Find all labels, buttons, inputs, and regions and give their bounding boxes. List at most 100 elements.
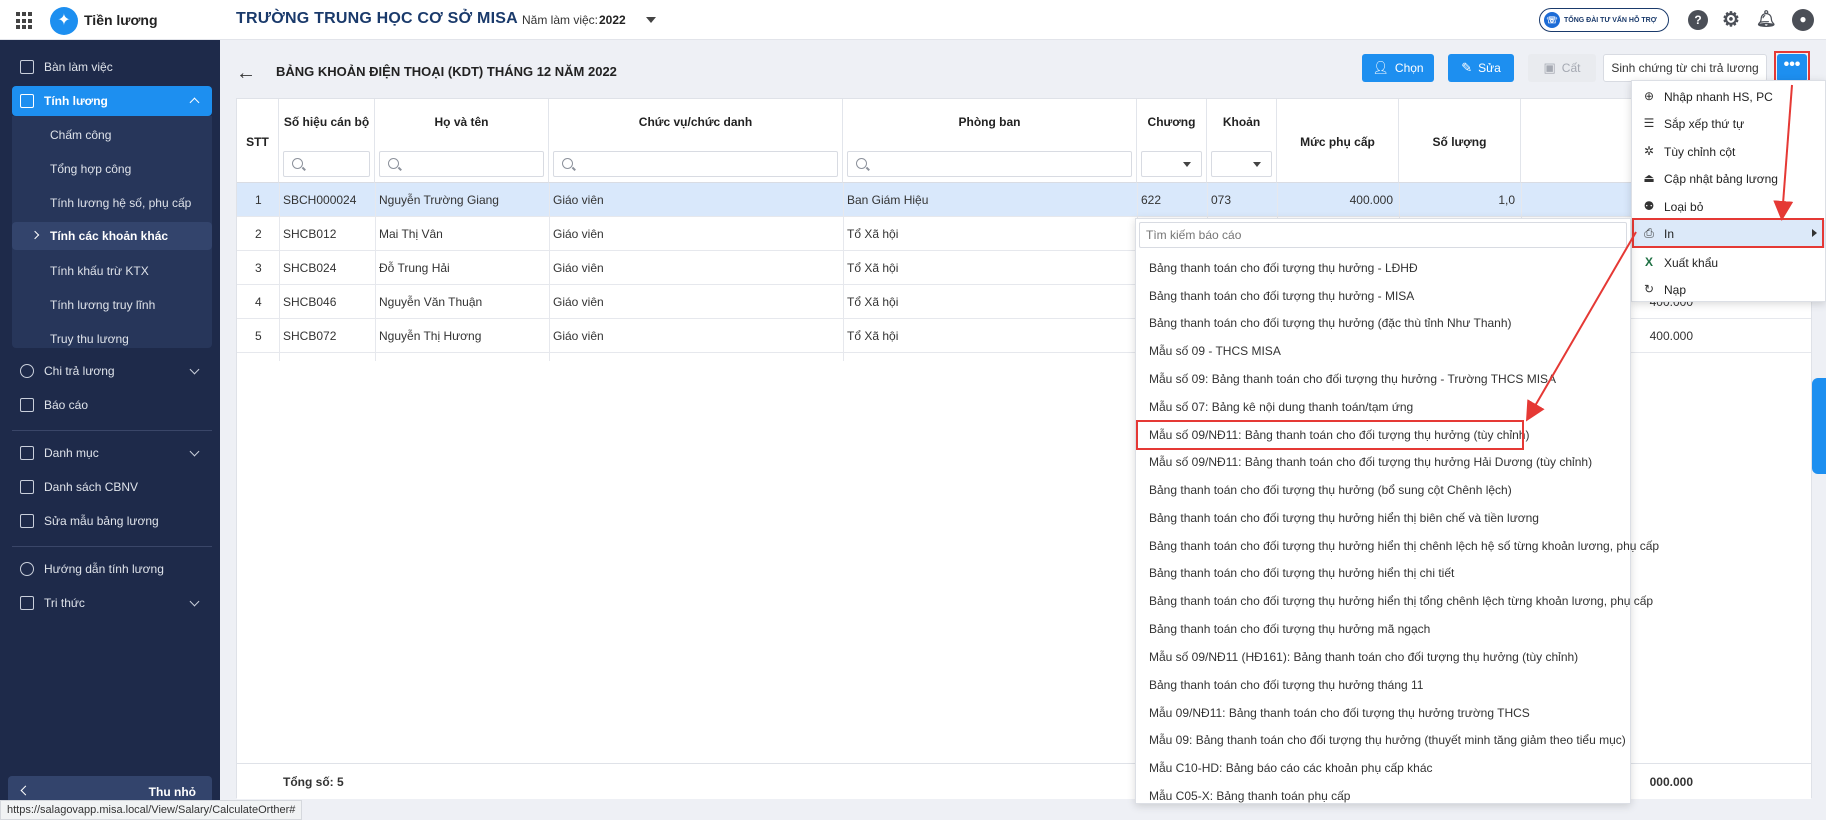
chevron-right-icon	[30, 230, 40, 240]
menu-item-customize-columns[interactable]: ✲ Tùy chỉnh cột	[1632, 138, 1825, 164]
report-item[interactable]: Bảng thanh toán cho đối tượng thụ hưởng …	[1149, 511, 1539, 525]
sidebar-item-label: Tính lương	[44, 94, 108, 108]
status-bar-url: https://salagovapp.misa.local/View/Salar…	[0, 800, 303, 820]
report-item[interactable]: Mẫu 09: Bảng thanh toán cho đối tượng th…	[1149, 733, 1626, 747]
menu-item-export[interactable]: X Xuất khẩu	[1632, 249, 1825, 275]
calculator-icon	[20, 94, 34, 108]
report-item[interactable]: Bảng thanh toán cho đối tượng thụ hưởng …	[1149, 289, 1414, 303]
collapse-label: Thu nhỏ	[148, 785, 196, 799]
menu-item-quick-input[interactable]: ⊕ Nhập nhanh HS, PC	[1632, 83, 1825, 109]
chevron-down-icon	[189, 596, 200, 607]
sidebar-subitem-attendance[interactable]: Chấm công	[50, 128, 111, 142]
col-header-department[interactable]: Phòng ban	[843, 99, 1137, 183]
filter-item-select[interactable]	[1211, 151, 1272, 177]
col-header-chapter[interactable]: Chương	[1137, 99, 1207, 183]
app-grid-icon[interactable]	[16, 12, 34, 30]
more-options-menu: ⊕ Nhập nhanh HS, PC ☰ Sắp xếp thứ tự ✲ T…	[1631, 80, 1826, 302]
year-select[interactable]: 2022	[599, 13, 626, 27]
sidebar-item-staff-list[interactable]: Danh sách CBNV	[12, 472, 212, 502]
bell-icon[interactable]: 🔔︎	[1756, 10, 1776, 30]
report-item[interactable]: Mẫu số 09 - THCS MISA	[1149, 344, 1281, 358]
report-item[interactable]: Bảng thanh toán cho đối tượng thụ hưởng …	[1149, 622, 1430, 636]
app-logo-icon: ✦	[50, 7, 78, 35]
chevron-left-icon	[20, 785, 31, 796]
sidebar-item-reports[interactable]: Báo cáo	[12, 390, 212, 420]
reload-icon: ↻	[1643, 282, 1655, 296]
cell-stt: 1	[255, 193, 262, 207]
cell-position: Giáo viên	[553, 227, 604, 241]
hotline-button[interactable]: ☏ TỔNG ĐÀI TƯ VẤN HỖ TRỢ	[1539, 8, 1669, 32]
report-item[interactable]: Bảng thanh toán cho đối tượng thụ hưởng …	[1149, 316, 1512, 330]
filter-chapter-select[interactable]	[1141, 151, 1202, 177]
col-header-stt[interactable]: STT	[237, 99, 279, 183]
sidebar-item-workspace[interactable]: Bàn làm việc	[12, 52, 212, 82]
generate-voucher-button[interactable]: Sinh chứng từ chi trả lương	[1603, 54, 1767, 82]
report-item[interactable]: Bảng thanh toán cho đối tượng thụ hưởng …	[1149, 483, 1512, 497]
sidebar-item-salary-payment[interactable]: Chi trả lương	[12, 356, 212, 386]
report-item[interactable]: Bảng thanh toán cho đối tượng thụ hưởng …	[1149, 678, 1423, 692]
sidebar-subitem-label: Tính các khoản khác	[50, 229, 169, 243]
sidebar-subitem-attendance-summary[interactable]: Tổng hợp công	[50, 162, 131, 176]
table-row[interactable]: 1 SBCH000024 Nguyễn Trường Giang Giáo vi…	[237, 183, 1811, 217]
sidebar-item-label: Danh sách CBNV	[44, 480, 139, 494]
top-bar: ✦ Tiền lương TRƯỜNG TRUNG HỌC CƠ SỞ MISA…	[0, 0, 1826, 40]
report-item[interactable]: Mẫu C05-X: Bảng thanh toán phụ cấp	[1149, 789, 1350, 803]
menu-item-update-payroll[interactable]: ⏏ Cập nhật bảng lương	[1632, 165, 1825, 191]
report-item[interactable]: Bảng thanh toán cho đối tượng thụ hưởng …	[1149, 539, 1659, 553]
cell-department: Ban Giám Hiệu	[847, 193, 929, 207]
col-header-name[interactable]: Họ và tên	[375, 99, 549, 183]
col-header-position[interactable]: Chức vụ/chức danh	[549, 99, 843, 183]
cell-code: SHCB024	[283, 261, 337, 275]
avatar[interactable]: ●	[1792, 9, 1814, 31]
report-item[interactable]: Mẫu số 09/NĐ11: Bảng thanh toán cho đối …	[1149, 455, 1592, 469]
sidebar-subitem-back-pay[interactable]: Tính lương truy lĩnh	[50, 298, 155, 312]
report-item[interactable]: Bảng thanh toán cho đối tượng thụ hưởng …	[1149, 261, 1418, 275]
report-item[interactable]: Mẫu số 09: Bảng thanh toán cho đối tượng…	[1149, 372, 1556, 386]
cell-name: Nguyễn Thị Hương	[379, 329, 482, 343]
col-header-quantity[interactable]: Số lượng	[1399, 99, 1521, 183]
gear-icon[interactable]: ⚙	[1721, 10, 1741, 30]
report-item[interactable]: Mẫu số 07: Bảng kê nội dung thanh toán/t…	[1149, 400, 1413, 414]
menu-item-sort[interactable]: ☰ Sắp xếp thứ tự	[1632, 110, 1825, 136]
report-item[interactable]: Bảng thanh toán cho đối tượng thụ hưởng …	[1149, 594, 1653, 608]
menu-item-remove[interactable]: ⚉ Loại bỏ	[1632, 193, 1825, 219]
sidebar-subitem-other[interactable]: Tính các khoản khác	[12, 222, 212, 250]
sidebar-subitem-coefficient[interactable]: Tính lương hệ số, phụ cấp	[50, 196, 191, 210]
side-panel-toggle[interactable]	[1812, 378, 1826, 474]
search-icon	[388, 158, 399, 169]
save-button[interactable]: ▣ Cất	[1528, 54, 1596, 82]
column-divider	[843, 183, 844, 361]
cell-name: Mai Thị Vân	[379, 227, 443, 241]
report-search-input[interactable]	[1139, 222, 1627, 248]
sidebar-subitem-dorm[interactable]: Tính khấu trừ KTX	[50, 264, 149, 278]
report-item[interactable]: Mẫu số 09/NĐ11 (HĐ161): Bảng thanh toán …	[1149, 650, 1578, 664]
sidebar-item-label: Hướng dẫn tính lương	[44, 562, 164, 576]
choose-label: Chọn	[1394, 61, 1424, 75]
report-item[interactable]: Mẫu 09/NĐ11: Bảng thanh toán cho đối tượ…	[1149, 706, 1530, 720]
col-header-code[interactable]: Số hiệu cán bộ	[279, 99, 375, 183]
sidebar-item-knowledge[interactable]: Tri thức	[12, 588, 212, 618]
filter-department-input[interactable]	[847, 151, 1132, 177]
choose-button[interactable]: 👤︎ Chọn	[1362, 54, 1434, 82]
total-count: Tổng số: 5	[283, 775, 344, 789]
filter-position-input[interactable]	[553, 151, 838, 177]
back-arrow-icon[interactable]: ←	[236, 62, 256, 85]
filter-name-input[interactable]	[379, 151, 544, 177]
col-header-item[interactable]: Khoản	[1207, 99, 1277, 183]
report-item[interactable]: Mẫu C10-HD: Bảng báo cáo các khoản phụ c…	[1149, 761, 1433, 775]
sidebar-item-catalog[interactable]: Danh mục	[12, 438, 212, 468]
sidebar-item-edit-template[interactable]: Sửa mẫu bảng lương	[12, 506, 212, 536]
workspace-icon	[20, 60, 34, 74]
chevron-down-icon[interactable]	[646, 17, 656, 23]
sidebar-subitem-recovery[interactable]: Truy thu lương	[50, 332, 129, 346]
filter-code-input[interactable]	[283, 151, 370, 177]
col-header-allowance[interactable]: Mức phụ cấp	[1277, 99, 1399, 183]
sidebar-item-payroll[interactable]: Tính lương	[12, 86, 212, 116]
menu-item-reload[interactable]: ↻ Nạp	[1632, 276, 1825, 302]
template-icon	[20, 514, 34, 528]
help-icon[interactable]: ?	[1688, 10, 1708, 30]
report-item[interactable]: Bảng thanh toán cho đối tượng thụ hưởng …	[1149, 566, 1454, 580]
menu-item-label: Tùy chỉnh cột	[1664, 145, 1736, 159]
sidebar-item-guide[interactable]: Hướng dẫn tính lương	[12, 554, 212, 584]
edit-button[interactable]: ✎ Sửa	[1448, 54, 1514, 82]
